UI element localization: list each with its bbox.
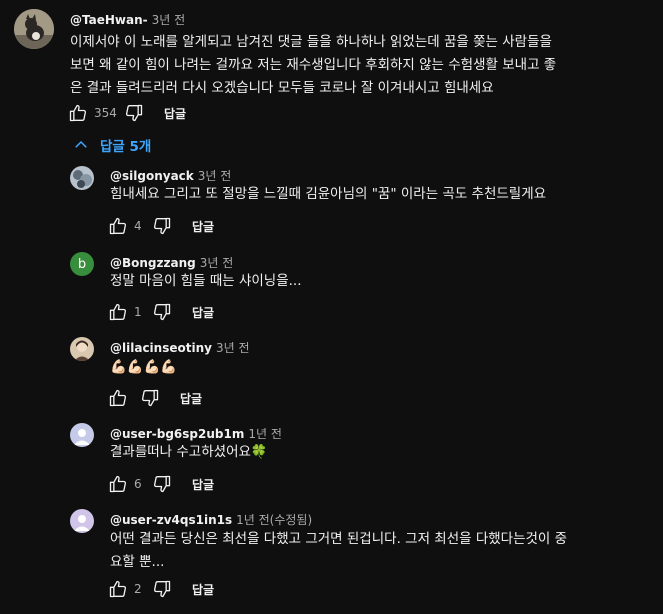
dislike-button[interactable] xyxy=(150,577,174,601)
like-button[interactable] xyxy=(106,214,130,238)
reply-text: 결과를떠나 수고하셨어요🍀 xyxy=(110,441,268,464)
reply-actions: 답글 xyxy=(106,386,202,410)
thumbs-up-icon xyxy=(69,104,87,122)
avatar[interactable] xyxy=(70,423,94,447)
default-user-avatar-image xyxy=(70,509,94,533)
comment-text-line: 이제서야 이 노래를 알게되고 남겨진 댓글 들을 하나하나 읽었는데 꿈을 쫒… xyxy=(70,34,552,50)
reply-text-line: 어떤 결과든 당신은 최선을 다했고 그거면 된겁니다. 그저 최선을 다했다는… xyxy=(110,531,568,547)
reply-text-line: 💪🏻💪🏻💪🏻💪🏻 xyxy=(110,359,178,375)
reply-text: 어떤 결과든 당신은 최선을 다했고 그거면 된겁니다. 그저 최선을 다했다는… xyxy=(110,528,567,574)
reply-time[interactable]: 3년 전 xyxy=(216,341,250,355)
thumbs-up-icon xyxy=(109,389,127,407)
comment-header: @TaeHwan- 3년 전 xyxy=(70,9,185,28)
avatar[interactable]: b xyxy=(70,252,94,276)
reply-text-line: 힘내세요 그리고 또 절망을 느낄때 김윤아님의 "꿈" 이라는 곡도 추천드릴… xyxy=(110,186,547,202)
dislike-button[interactable] xyxy=(138,386,162,410)
reply-time[interactable]: 1년 전(수정됨) xyxy=(236,513,312,527)
thumbs-down-icon xyxy=(153,475,171,493)
replies-toggle-label: 답글 5개 xyxy=(100,139,152,155)
thumbs-up-icon xyxy=(109,217,127,235)
comment-time[interactable]: 3년 전 xyxy=(152,13,186,27)
cat-avatar-image xyxy=(14,9,54,49)
reply-button[interactable]: 답글 xyxy=(192,218,214,235)
thumbs-down-icon xyxy=(141,389,159,407)
reply-actions: 4 답글 xyxy=(106,214,214,238)
dislike-button[interactable] xyxy=(150,472,174,496)
reply-header: @user-bg6sp2ub1m 1년 전 xyxy=(110,423,282,442)
reply-header: @silgonyack 3년 전 xyxy=(110,165,231,184)
reply-author[interactable]: @user-bg6sp2ub1m xyxy=(110,427,244,441)
reply-time[interactable]: 1년 전 xyxy=(248,427,282,441)
replies-toggle-button[interactable]: 답글 5개 xyxy=(72,135,151,155)
photo-avatar-image xyxy=(70,166,94,190)
like-count: 1 xyxy=(134,305,142,319)
dislike-button[interactable] xyxy=(122,101,146,125)
avatar[interactable] xyxy=(70,337,94,361)
comment-text: 이제서야 이 노래를 알게되고 남겨진 댓글 들을 하나하나 읽었는데 꿈을 쫒… xyxy=(70,31,556,100)
reply-text: 정말 마음이 힘들 때는 샤이닝을... xyxy=(110,270,302,293)
like-count: 2 xyxy=(134,582,142,596)
like-button[interactable] xyxy=(66,101,90,125)
reply-author[interactable]: @Bongzzang xyxy=(110,256,196,270)
reply-button[interactable]: 답글 xyxy=(180,390,202,407)
reply-actions: 2 답글 xyxy=(106,577,214,601)
thumbs-up-icon xyxy=(109,580,127,598)
comment-author[interactable]: @TaeHwan- xyxy=(70,13,148,27)
reply-header: @Bongzzang 3년 전 xyxy=(110,252,233,271)
comment-actions: 354 답글 xyxy=(66,101,186,125)
reply-text-line: 요할 뿐... xyxy=(110,554,165,570)
reply-actions: 6 답글 xyxy=(106,472,214,496)
avatar[interactable] xyxy=(70,509,94,533)
reply-header: @user-zv4qs1in1s 1년 전(수정됨) xyxy=(110,509,312,528)
thumbs-down-icon xyxy=(153,217,171,235)
reply-text-line: 정말 마음이 힘들 때는 샤이닝을... xyxy=(110,273,302,289)
reply-author[interactable]: @user-zv4qs1in1s xyxy=(110,513,232,527)
reply-time[interactable]: 3년 전 xyxy=(200,256,234,270)
avatar-letter: b xyxy=(77,256,87,272)
default-user-avatar-image xyxy=(70,423,94,447)
reply-author[interactable]: @silgonyack xyxy=(110,169,194,183)
dislike-button[interactable] xyxy=(150,214,174,238)
chevron-up-icon xyxy=(75,140,87,148)
portrait-avatar-image xyxy=(70,337,94,361)
reply-author[interactable]: @lilacinseotiny xyxy=(110,341,212,355)
reply-button[interactable]: 답글 xyxy=(192,476,214,493)
reply-button[interactable]: 답글 xyxy=(192,304,214,321)
thumbs-up-icon xyxy=(109,475,127,493)
avatar[interactable] xyxy=(70,166,94,190)
thumbs-down-icon xyxy=(153,303,171,321)
like-count: 4 xyxy=(134,219,142,233)
reply-actions: 1 답글 xyxy=(106,300,214,324)
comment-text-line: 보면 왜 같이 힘이 나려는 걸까요 저는 재수생입니다 후회하지 않는 수험생… xyxy=(70,57,557,73)
reply-time[interactable]: 3년 전 xyxy=(198,169,232,183)
thumbs-down-icon xyxy=(153,580,171,598)
reply-header: @lilacinseotiny 3년 전 xyxy=(110,337,249,356)
reply-button[interactable]: 답글 xyxy=(192,581,214,598)
comment-text-line: 은 결과 들려드리러 다시 오겠습니다 모두들 코로나 잘 이겨내시고 힘내세요 xyxy=(70,80,494,96)
thumbs-down-icon xyxy=(125,104,143,122)
like-count: 6 xyxy=(134,477,142,491)
like-count: 354 xyxy=(94,106,117,120)
dislike-button[interactable] xyxy=(150,300,174,324)
avatar[interactable] xyxy=(14,9,54,49)
reply-text: 💪🏻💪🏻💪🏻💪🏻 xyxy=(110,356,177,379)
like-button[interactable] xyxy=(106,472,130,496)
like-button[interactable] xyxy=(106,577,130,601)
thumbs-up-icon xyxy=(109,303,127,321)
reply-button[interactable]: 답글 xyxy=(164,105,186,122)
like-button[interactable] xyxy=(106,386,130,410)
reply-text: 힘내세요 그리고 또 절망을 느낄때 김윤아님의 "꿈" 이라는 곡도 추천드릴… xyxy=(110,183,546,206)
reply-text-line: 결과를떠나 수고하셨어요🍀 xyxy=(110,444,268,460)
like-button[interactable] xyxy=(106,300,130,324)
